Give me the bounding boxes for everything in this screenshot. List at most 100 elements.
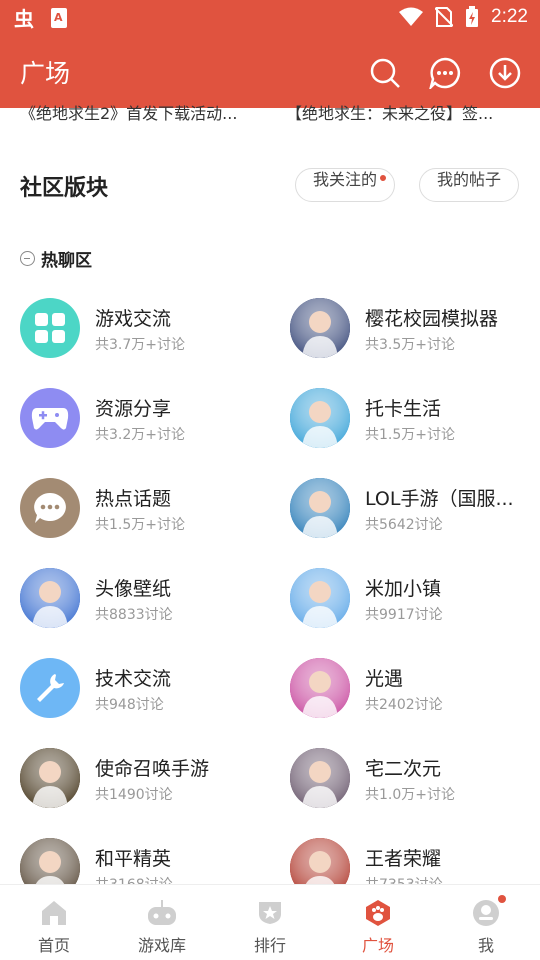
adobe-a-icon: A [50,7,68,29]
search-icon [370,58,400,88]
hot-zone-label: 热聊区 [41,246,92,272]
community-item[interactable]: 王者荣耀共7353讨论 [290,833,540,884]
community-item[interactable]: 技术交流共948讨论 [20,653,270,723]
community-item[interactable]: 宅二次元 共1.0万+讨论 [290,743,540,813]
message-icon [429,57,461,89]
discussion-count: 共1.5万+讨论 [365,427,455,443]
controller-icon [146,897,178,929]
anime-girl-avatar [290,298,350,358]
discussion-count: 共3168讨论 [95,874,173,884]
search-button[interactable] [368,56,402,90]
community-name: 使命召唤手游 [95,758,210,780]
discussion-count: 共1.0万+讨论 [365,787,455,803]
banner-strip: 《绝地求生2》首发下载活动... 【绝地求生：未来之役】签... [0,100,540,124]
discussion-count: 共7353讨论 [365,874,443,884]
my-follow-label: 我关注的 [312,170,377,189]
collapse-icon [20,251,35,266]
nav-label: 首页 [37,936,70,955]
discussion-count: 共948讨论 [95,697,164,713]
lol-avatar [290,478,350,538]
nav-label: 游戏库 [137,936,186,955]
grid-icon [20,298,80,358]
community-name: 和平精英 [95,848,172,870]
nav-item-plaza[interactable]: 广场 [324,885,432,960]
community-name: 游戏交流 [95,308,172,330]
notification-badge [498,895,506,903]
download-button[interactable] [488,56,522,90]
nav-item-controller[interactable]: 游戏库 [108,885,216,960]
discussion-count: 共3.7万+讨论 [95,337,185,353]
community-name: 樱花校园模拟器 [365,308,499,330]
community-item[interactable]: 资源分享共3.2万+讨论 [20,383,270,453]
community-name: 米加小镇 [365,578,442,600]
anime-avatar [290,748,350,808]
message-button[interactable] [428,56,462,90]
community-item[interactable]: 使命召唤手游共1490讨论 [20,743,270,813]
my-posts-button[interactable]: 我的帖子 [419,168,519,202]
toca-avatar [290,388,350,448]
hot-zone-header[interactable]: 热聊区 [20,246,92,272]
my-posts-label: 我的帖子 [436,170,501,189]
community-item[interactable]: 光遇共2402讨论 [290,653,540,723]
nav-label: 我 [477,936,494,955]
my-follow-button[interactable]: 我关注的 [295,168,395,202]
cod-avatar [20,748,80,808]
plaza-icon [362,897,394,929]
community-list: 游戏交流 共3.7万+讨论 樱花校园模拟器 共3.5万+讨论 资源分享 共3.2万+讨论托… [0,292,540,884]
wifi-icon [399,7,424,27]
pubg-avatar [20,838,80,884]
community-name: 资源分享 [95,398,172,420]
community-item[interactable]: 头像壁纸共8833讨论 [20,563,270,633]
gamepad-icon [20,388,80,448]
community-name: 王者荣耀 [365,848,442,870]
page-title: 广场 [20,59,71,88]
bottom-nav: 首页 游戏库 排行 广场 我 [0,884,540,960]
nav-item-home[interactable]: 首页 [0,885,108,960]
ranking-icon [254,897,286,929]
svg-text:A: A [54,11,63,24]
chat-bubble-icon [20,478,80,538]
community-name: 托卡生活 [365,398,442,420]
svg-text:虫: 虫 [14,7,34,30]
notification-dot [380,175,386,181]
discussion-count: 共3.2万+讨论 [95,427,185,443]
battery-charging-icon [465,6,479,28]
community-item[interactable]: LOL手游（国服... 共5642讨论 [290,473,540,543]
discussion-count: 共1.5万+讨论 [95,517,185,533]
clock: 2:22 [491,6,528,27]
doraemon-avatar [20,568,80,628]
app-logo-icon: 虫 [14,6,40,30]
community-item[interactable]: 樱花校园模拟器共3.5万+讨论 [290,293,540,363]
community-item[interactable]: 游戏交流共3.7万+讨论 [20,293,270,363]
discussion-count: 共5642讨论 [365,517,443,533]
profile-icon [470,897,502,929]
nav-item-ranking[interactable]: 排行 [216,885,324,960]
discussion-count: 共1490讨论 [95,787,173,803]
sky-avatar [290,658,350,718]
community-item[interactable]: 热点话题 共1.5万+讨论 [20,473,270,543]
community-item[interactable]: 和平精英共3168讨论 [20,833,270,884]
status-bar: 虫 A 2:22 [0,0,540,36]
community-name: 技术交流 [95,668,172,690]
discussion-count: 共9917讨论 [365,607,443,623]
section-title: 社区版块 [20,176,109,201]
download-icon [489,57,521,89]
community-name: 光遇 [365,668,404,690]
discussion-count: 共2402讨论 [365,697,443,713]
no-sim-icon [435,6,454,28]
community-item[interactable]: 米加小镇共9917讨论 [290,563,540,633]
nav-item-profile[interactable]: 我 [432,885,540,960]
discussion-count: 共3.5万+讨论 [365,337,455,353]
community-item[interactable]: 托卡生活共1.5万+讨论 [290,383,540,453]
community-name: LOL手游（国服... [365,488,514,510]
app-bar: 广场 [0,36,540,108]
home-icon [38,897,70,929]
nav-label: 广场 [361,936,394,955]
banner-caption[interactable]: 《绝地求生2》首发下载活动... [20,100,270,124]
wrench-icon [20,658,80,718]
banner-caption[interactable]: 【绝地求生：未来之役】签... [286,100,536,124]
nav-label: 排行 [253,936,286,955]
community-name: 头像壁纸 [95,578,172,600]
miga-avatar [290,568,350,628]
discussion-count: 共8833讨论 [95,607,173,623]
